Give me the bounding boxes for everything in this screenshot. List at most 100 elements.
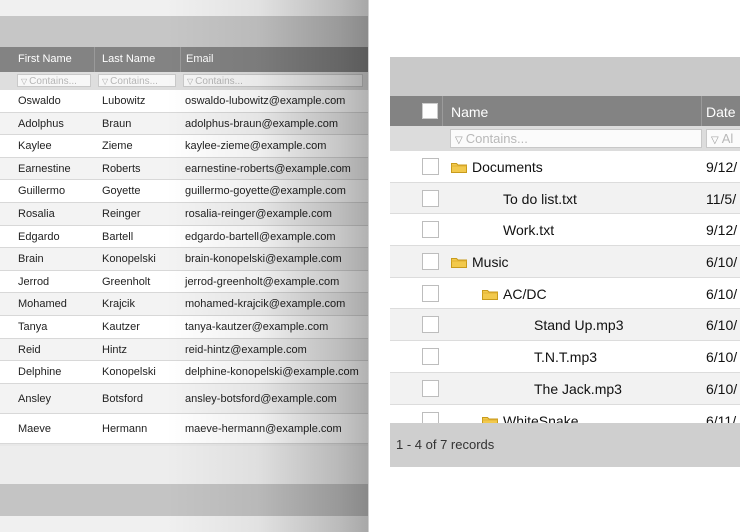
filter-icon[interactable]: ▽ [711, 132, 719, 147]
column-separator[interactable] [442, 96, 443, 126]
filter-placeholder: Contains... [195, 76, 243, 87]
row-checkbox[interactable] [422, 316, 439, 334]
column-header-name[interactable]: Name [451, 104, 488, 120]
cell-last-name: Zieme [102, 140, 133, 153]
table-row[interactable]: Edgardo Bartell edgardo-bartell@example.co… [0, 225, 368, 249]
cell-email: guillermo-goyette@example.com [185, 185, 346, 198]
folder-icon[interactable] [451, 255, 467, 269]
table-row[interactable]: Ansley Botsford ansley-botsford@example.co… [0, 383, 368, 414]
cell-email: oswaldo-lubowitz@example.com [185, 95, 346, 107]
cell-last-name: Lubowitz [102, 95, 146, 107]
row-checkbox[interactable] [422, 284, 439, 302]
row-checkbox[interactable] [422, 189, 439, 207]
table-row[interactable]: Oswaldo Lubowitz oswaldo-lubowitz@example.… [0, 90, 368, 113]
left-grid-body: Oswaldo Lubowitz oswaldo-lubowitz@example.… [0, 90, 368, 444]
filter-input-last-name[interactable]: ▽ Contains... [98, 74, 176, 87]
select-all-checkbox[interactable] [422, 103, 438, 119]
folder-icon[interactable] [482, 287, 498, 300]
table-row[interactable]: Mohamed Krajcik mohamed-krajcik@example.co… [0, 293, 368, 316]
cell-last-name: Hintz [102, 343, 128, 356]
row-checkbox[interactable] [422, 158, 439, 175]
filter-icon[interactable]: ▽ [102, 75, 108, 86]
cell-date: 9/12/ [706, 159, 738, 175]
cell-date: 6/10/ [706, 254, 738, 271]
table-row[interactable]: Guillermo Goyette guillermo-goyette@exampl… [0, 180, 368, 203]
table-row[interactable]: Earnestine Roberts earnestine-roberts@exam… [0, 157, 368, 181]
folder-icon[interactable] [451, 160, 467, 173]
left-grid-toolbar [0, 16, 368, 47]
tree-row[interactable]: The Jack.mp3 6/10/ [390, 372, 740, 405]
cell-last-name: Kautzer [102, 320, 140, 333]
tree-row[interactable]: Stand Up.mp3 6/10/ [390, 309, 740, 342]
tree-grid: Name Date ▽ Contains... ▽ Al Documents 9/12… [390, 57, 740, 467]
table-row[interactable]: Maeve Hermann maeve-hermann@example.com [0, 413, 368, 444]
filter-input-name[interactable]: ▽ Contains... [450, 129, 702, 148]
tree-row[interactable]: Music 6/10/ [390, 246, 740, 278]
column-header-first-name[interactable]: First Name [18, 53, 72, 65]
cell-first-name: Earnestine [18, 162, 71, 175]
filter-input-date[interactable]: ▽ Al [706, 129, 740, 148]
row-checkbox[interactable] [422, 221, 439, 239]
table-row[interactable]: Adolphus Braun adolphus-braun@example.com [0, 112, 368, 136]
left-bottom-spacer [0, 516, 368, 532]
tree-grid-header: Name Date [390, 96, 740, 126]
tree-row[interactable]: Documents 9/12/ [390, 151, 740, 183]
panel-divider [368, 0, 369, 532]
cell-email: mohamed-krajcik@example.com [185, 298, 346, 311]
column-header-email[interactable]: Email [186, 53, 214, 65]
cell-first-name: Ansley [18, 392, 52, 405]
table-row[interactable]: Kaylee Zieme kaylee-zieme@example.com [0, 135, 368, 158]
row-checkbox[interactable] [422, 348, 439, 366]
cell-first-name: Brain [18, 253, 44, 266]
table-row[interactable]: Tanya Kautzer tanya-kautzer@example.com [0, 315, 368, 339]
cell-first-name: Kaylee [18, 140, 52, 153]
row-checkbox[interactable] [422, 253, 439, 271]
table-row[interactable]: Rosalia Reinger rosalia-reinger@example.co… [0, 202, 368, 226]
column-separator[interactable] [94, 47, 95, 72]
cell-date: 6/11/ [706, 412, 737, 424]
left-grid-filter-row: ▽ Contains... ▽ Contains... ▽ Contains... [0, 72, 368, 90]
cell-email: kaylee-zieme@example.com [185, 140, 327, 153]
folder-name: AC/DC [503, 285, 547, 302]
filter-icon[interactable]: ▽ [21, 75, 27, 86]
table-row[interactable]: Brain Konopelski brain-konopelski@example.… [0, 248, 368, 271]
tree-grid-pager: 1 - 4 of 7 records [390, 423, 740, 467]
tree-row[interactable]: T.N.T.mp3 6/10/ [390, 341, 740, 373]
column-separator[interactable] [701, 96, 702, 126]
filter-input-email[interactable]: ▽ Contains... [183, 74, 363, 87]
column-separator[interactable] [180, 47, 181, 72]
cell-first-name: Delphine [18, 366, 62, 379]
left-top-spacer [0, 0, 368, 16]
tree-row[interactable]: To do list.txt 11/5/ [390, 182, 740, 215]
left-grid-header: First Name Last Name Email [0, 47, 368, 72]
cell-date: 6/10/ [706, 349, 738, 366]
column-header-date[interactable]: Date [706, 104, 736, 120]
cell-last-name: Goyette [102, 185, 141, 198]
tree-row[interactable]: Work.txt 9/12/ [390, 214, 740, 247]
cell-last-name: Botsford [102, 392, 143, 405]
tree-row[interactable]: WhiteSnake 6/11/ [390, 404, 740, 424]
cell-date: 6/10/ [706, 317, 738, 334]
column-header-last-name[interactable]: Last Name [102, 53, 155, 65]
record-count: 1 - 4 of 7 records [396, 437, 495, 452]
left-grid-empty-area [0, 446, 368, 484]
table-row[interactable]: Jerrod Greenholt jerrod-greenholt@example.… [0, 270, 368, 294]
tree-grid-toolbar [390, 57, 740, 96]
filter-placeholder: Contains... [110, 76, 158, 87]
table-row[interactable]: Reid Hintz reid-hintz@example.com [0, 338, 368, 362]
table-row[interactable]: Delphine Konopelski delphine-konopelski@ex… [0, 361, 368, 384]
row-checkbox[interactable] [422, 411, 439, 423]
filter-input-first-name[interactable]: ▽ Contains... [17, 74, 91, 87]
cell-email: tanya-kautzer@example.com [185, 320, 329, 333]
folder-icon[interactable] [482, 414, 498, 423]
cell-email: earnestine-roberts@example.com [185, 162, 351, 175]
cell-email: ansley-botsford@example.com [185, 392, 337, 405]
filter-icon[interactable]: ▽ [455, 132, 463, 147]
row-checkbox[interactable] [422, 379, 439, 397]
cell-first-name: Guillermo [18, 185, 66, 198]
tree-row[interactable]: AC/DC 6/10/ [390, 277, 740, 310]
cell-last-name: Reinger [102, 207, 141, 220]
filter-icon[interactable]: ▽ [187, 75, 193, 86]
cell-email: delphine-konopelski@example.com [185, 366, 359, 379]
cell-date: 11/5/ [706, 190, 737, 207]
